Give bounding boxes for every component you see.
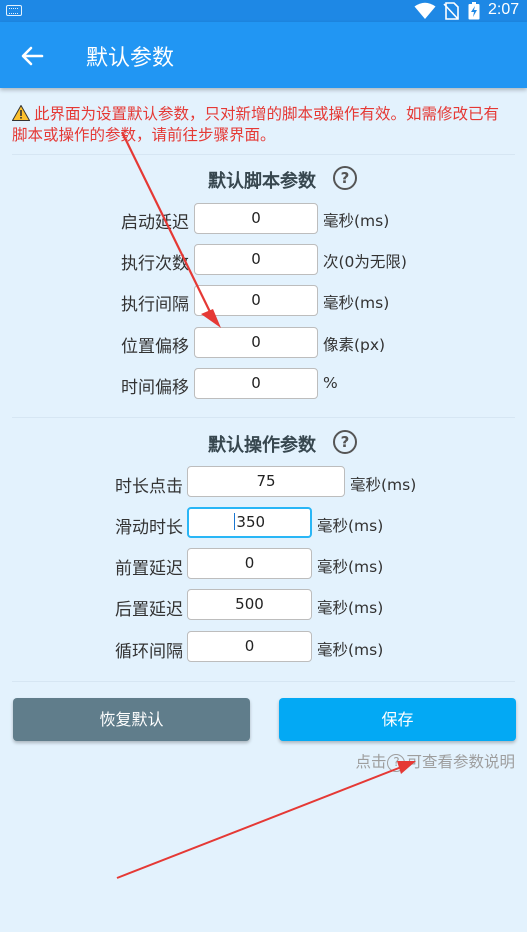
action-help-icon[interactable]: ? [333, 430, 357, 454]
app-toolbar: 默认参数 [0, 22, 527, 88]
pre-delay-unit: 毫秒(ms) [317, 558, 384, 576]
time-offset-label: 时间偏移 [121, 378, 189, 398]
time-offset-unit: % [323, 374, 338, 392]
restore-default-button[interactable]: 恢复默认 [13, 698, 250, 741]
swipe-duration-value: 350 [236, 513, 266, 531]
loop-interval-unit: 毫秒(ms) [317, 641, 384, 659]
hint-text-after: 可查看参数说明 [406, 753, 515, 771]
start-delay-unit: 毫秒(ms) [323, 212, 390, 230]
long-click-input[interactable]: 75 [187, 466, 345, 497]
exec-count-input[interactable]: 0 [194, 244, 318, 275]
long-click-label: 时长点击 [115, 477, 183, 497]
time-offset-input[interactable]: 0 [194, 368, 318, 399]
loop-interval-input[interactable]: 0 [187, 631, 312, 662]
exec-interval-label: 执行间隔 [121, 295, 189, 315]
save-button[interactable]: 保存 [279, 698, 516, 741]
position-offset-unit: 像素(px) [323, 336, 386, 354]
script-help-icon[interactable]: ? [333, 166, 357, 190]
action-section-title: 默认操作参数 [208, 435, 316, 456]
annotation-arrow-line [116, 765, 405, 879]
start-delay-label: 启动延迟 [121, 213, 189, 233]
warning-message: 此界面为设置默认参数，只对新增的脚本或操作有效。如需修改已有脚本或操作的参数，请… [12, 104, 512, 146]
divider [12, 417, 515, 418]
position-offset-input[interactable]: 0 [194, 327, 318, 358]
help-hint[interactable]: 点击? 可查看参数说明 [355, 750, 515, 772]
swipe-duration-unit: 毫秒(ms) [317, 517, 384, 535]
exec-interval-input[interactable]: 0 [194, 285, 318, 316]
post-delay-label: 后置延迟 [115, 600, 183, 620]
warning-icon [12, 105, 30, 121]
battery-charging-icon [468, 2, 480, 20]
position-offset-label: 位置偏移 [121, 337, 189, 357]
long-click-unit: 毫秒(ms) [350, 476, 417, 494]
script-section-title: 默认脚本参数 [208, 171, 316, 192]
question-icon: ? [387, 754, 406, 772]
exec-interval-unit: 毫秒(ms) [323, 294, 390, 312]
hint-text-before: 点击 [355, 753, 387, 771]
wifi-icon [414, 2, 436, 19]
status-time: 2:07 [488, 1, 520, 18]
pre-delay-label: 前置延迟 [115, 559, 183, 579]
start-delay-input[interactable]: 0 [194, 203, 318, 234]
swipe-duration-label: 滑动时长 [115, 518, 183, 538]
post-delay-input[interactable]: 500 [187, 589, 312, 620]
exec-count-label: 执行次数 [121, 254, 189, 274]
page-title: 默认参数 [86, 46, 175, 71]
no-sim-icon [443, 2, 459, 20]
back-arrow-icon[interactable] [18, 42, 46, 70]
pre-delay-input[interactable]: 0 [187, 548, 312, 579]
exec-count-unit: 次(0为无限) [323, 253, 407, 271]
divider [12, 681, 515, 682]
post-delay-unit: 毫秒(ms) [317, 599, 384, 617]
divider [12, 154, 515, 155]
swipe-duration-input[interactable]: 350 [187, 507, 312, 538]
loop-interval-label: 循环间隔 [115, 642, 183, 662]
warning-text: 此界面为设置默认参数，只对新增的脚本或操作有效。如需修改已有脚本或操作的参数，请… [12, 105, 500, 144]
status-bar: 2:07 [0, 0, 527, 22]
keyboard-icon [6, 5, 22, 16]
